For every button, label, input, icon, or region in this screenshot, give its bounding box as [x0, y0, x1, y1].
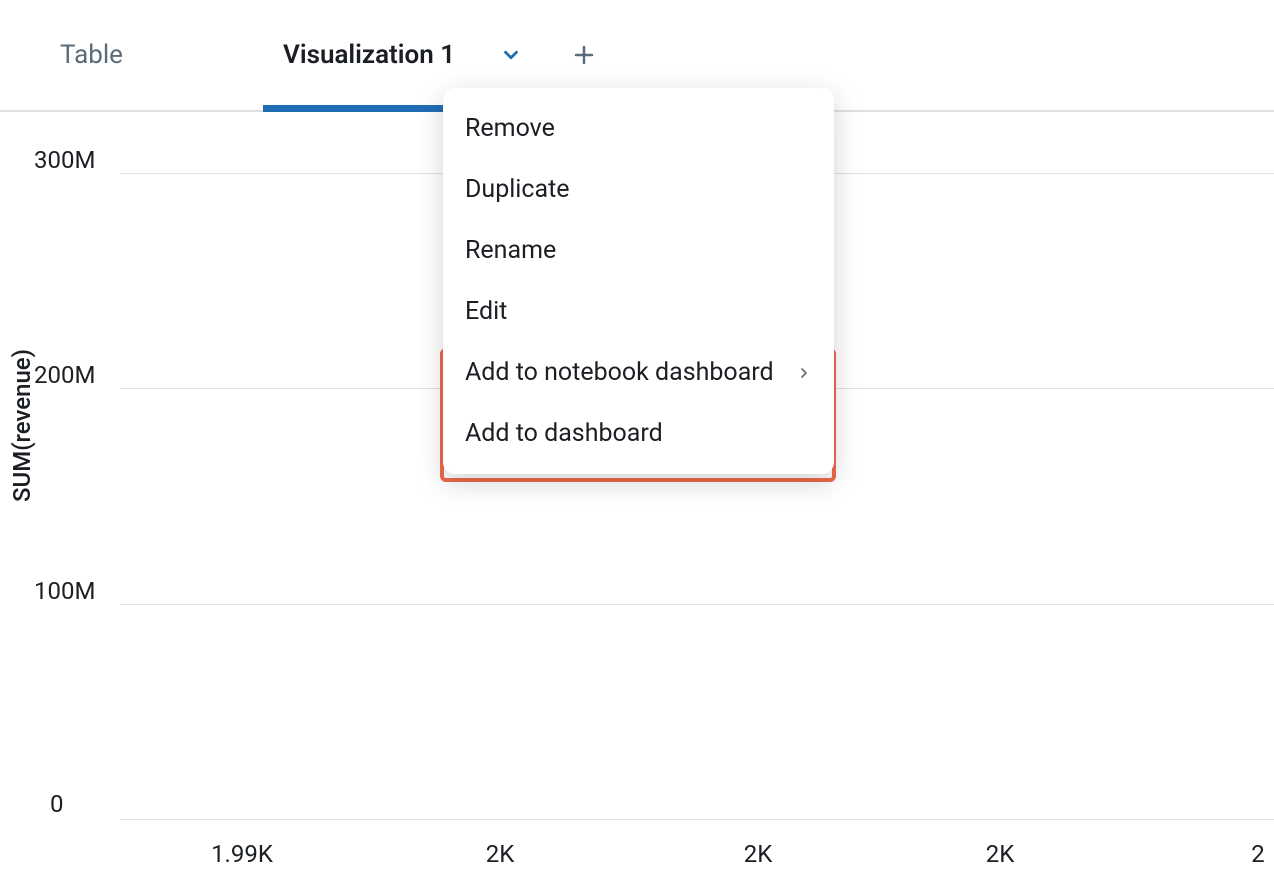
menu-item-add-notebook-dashboard-label: Add to notebook dashboard	[465, 358, 774, 387]
menu-item-remove[interactable]: Remove	[443, 98, 834, 159]
menu-item-rename[interactable]: Rename	[443, 220, 834, 281]
tab-visualization-1[interactable]: Visualization 1	[263, 0, 475, 110]
chevron-right-icon	[796, 365, 812, 381]
menu-item-add-dashboard[interactable]: Add to dashboard	[443, 403, 834, 464]
y-tick-200: 200M	[34, 361, 95, 389]
x-tick-2: 2K	[744, 840, 773, 868]
y-tick-100: 100M	[34, 577, 95, 605]
menu-item-rename-label: Rename	[465, 236, 556, 265]
menu-item-duplicate-label: Duplicate	[465, 175, 570, 204]
tab-menu-button[interactable]	[475, 44, 547, 66]
tab-visualization-1-label: Visualization 1	[283, 40, 455, 70]
menu-item-edit[interactable]: Edit	[443, 281, 834, 342]
tab-table[interactable]: Table	[40, 0, 143, 110]
root: Table Visualization 1 SUM(revenue) 0 100…	[0, 0, 1274, 880]
menu-item-duplicate[interactable]: Duplicate	[443, 159, 834, 220]
menu-item-add-dashboard-label: Add to dashboard	[465, 419, 663, 448]
add-tab-button[interactable]	[547, 43, 621, 67]
x-tick-4: 2	[1251, 840, 1265, 868]
plus-icon	[572, 43, 596, 67]
tab-table-label: Table	[60, 40, 123, 70]
y-tick-300: 300M	[34, 146, 95, 174]
x-tick-1: 2K	[486, 840, 515, 868]
context-menu: Remove Duplicate Rename Edit Add to note…	[443, 88, 834, 474]
y-axis-label: SUM(revenue)	[8, 349, 36, 502]
x-tick-3: 2K	[986, 840, 1015, 868]
menu-item-edit-label: Edit	[465, 297, 507, 326]
y-tick-0: 0	[50, 790, 64, 818]
menu-item-add-notebook-dashboard[interactable]: Add to notebook dashboard	[443, 342, 834, 403]
chevron-down-icon	[500, 44, 522, 66]
menu-item-remove-label: Remove	[465, 114, 555, 143]
x-tick-0: 1.99K	[211, 840, 273, 868]
